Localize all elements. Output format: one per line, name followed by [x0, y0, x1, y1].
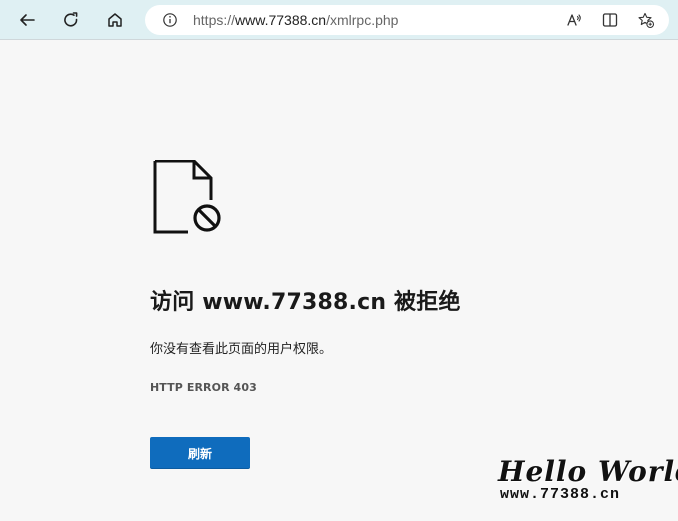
back-button[interactable] — [14, 7, 40, 33]
reload-icon — [64, 12, 78, 27]
address-bar[interactable]: https://www.77388.cn/xmlrpc.php — [145, 5, 669, 35]
blocked-document-icon — [150, 159, 225, 240]
error-description: 你没有查看此页面的用户权限。 — [150, 342, 333, 357]
home-icon — [108, 13, 122, 27]
read-aloud-icon[interactable] — [565, 11, 583, 29]
address-path: /xmlrpc.php — [326, 12, 399, 28]
address-prefix: https:// — [193, 12, 236, 28]
address-url[interactable]: https://www.77388.cn/xmlrpc.php — [193, 12, 398, 28]
watermark-title: Hello World — [498, 455, 678, 488]
favorites-add-icon[interactable] — [637, 11, 655, 29]
reload-button[interactable] — [58, 7, 84, 33]
address-host: www.77388.cn — [235, 12, 327, 28]
browser-toolbar: https://www.77388.cn/xmlrpc.php — [0, 0, 678, 40]
arrow-left-icon — [20, 14, 35, 26]
refresh-button[interactable]: 刷新 — [150, 437, 250, 469]
error-code: HTTP ERROR 403 — [150, 381, 257, 394]
watermark-url: www.77388.cn — [500, 486, 621, 503]
info-icon[interactable] — [161, 11, 179, 29]
error-page: 访问 www.77388.cn 被拒绝 你没有查看此页面的用户权限。 HTTP … — [0, 41, 678, 521]
split-screen-icon[interactable] — [601, 11, 619, 29]
home-button[interactable] — [102, 7, 128, 33]
page-title: 访问 www.77388.cn 被拒绝 — [150, 290, 461, 315]
